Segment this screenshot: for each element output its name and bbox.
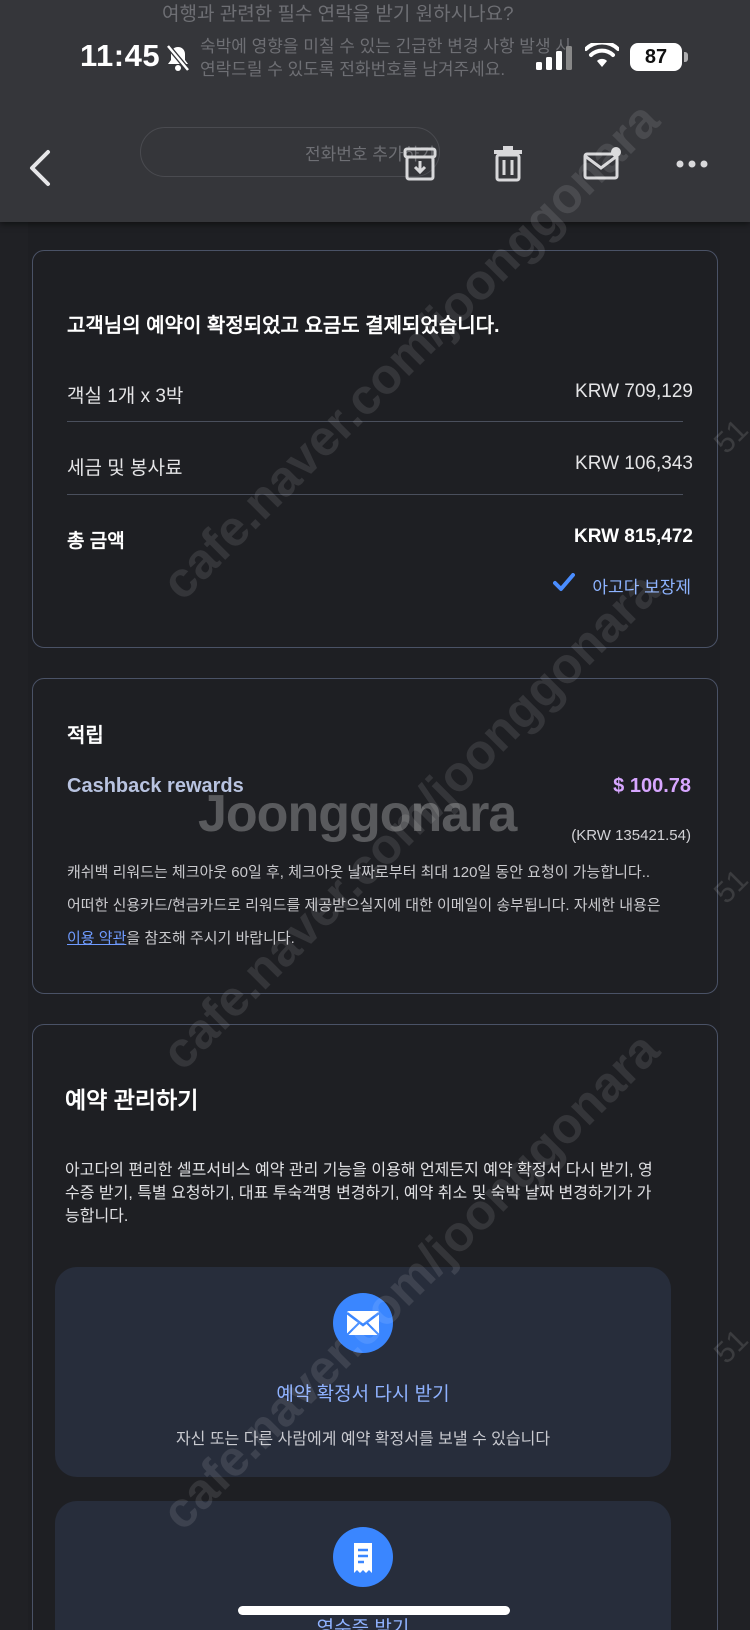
action-description: 자신 또는 다른 사람에게 예약 확정서를 보낼 수 있습니다: [175, 1431, 551, 1448]
rewards-note: 어떠한 신용카드/현금카드로 리워드를 제공받으실지에 대한 이메일이 송부됩니…: [67, 897, 661, 914]
divider: [67, 421, 683, 422]
rewards-card: 적립 Cashback rewards $ 100.78 (KRW 135421…: [32, 678, 718, 994]
cashback-label: Cashback rewards: [67, 775, 244, 797]
cashback-krw: (KRW 135421.54): [571, 827, 691, 844]
more-icon[interactable]: [676, 160, 708, 168]
row-label: 세금 및 봉사료: [67, 458, 183, 479]
manage-description: 아고다의 편리한 셀프서비스 예약 관리 기능을 이용해 언제든지 예약 확정서…: [65, 1162, 653, 1225]
row-value: KRW 106,343: [575, 453, 693, 474]
resend-confirmation-button[interactable]: 예약 확정서 다시 받기 자신 또는 다른 사람에게 예약 확정서를 보낼 수 …: [55, 1267, 671, 1477]
receipt-icon: [354, 1543, 372, 1573]
background-email-line: 숙박에 영향을 미칠 수 있는 긴급한 변경 사항 발생 시: [200, 37, 571, 56]
cashback-value: $ 100.78: [613, 775, 691, 797]
rewards-note: 캐쉬백 리워드는 체크아웃 60일 후, 체크아웃 날짜로부터 최대 120일 …: [67, 864, 651, 881]
row-label: 총 금액: [67, 531, 125, 552]
payment-summary-card: 고객님의 예약이 확정되었고 요금도 결제되었습니다. 객실 1개 x 3박 K…: [32, 250, 718, 648]
row-value: KRW 815,472: [574, 526, 693, 547]
bell-muted-icon: [166, 44, 190, 72]
checkmark-icon: [553, 573, 575, 591]
background-email-line: 여행과 관련한 필수 연락을 받기 원하시나요?: [162, 4, 514, 25]
manage-title: 예약 관리하기: [65, 1087, 199, 1113]
status-time: 11:45: [80, 38, 161, 73]
background-email-line: 연락드릴 수 있도록 전화번호를 남겨주세요.: [200, 60, 506, 79]
add-phone-button: 전화번호 추가하기: [140, 127, 440, 177]
battery-tip: [684, 52, 688, 62]
row-value: KRW 709,129: [575, 381, 693, 402]
confirmation-title: 고객님의 예약이 확정되었고 요금도 결제되었습니다.: [67, 315, 500, 337]
home-indicator[interactable]: [238, 1606, 510, 1615]
action-title: 예약 확정서 다시 받기: [276, 1384, 450, 1405]
top-bar: 여행과 관련한 필수 연락을 받기 원하시나요? 숙박에 영향을 미칠 수 있는…: [0, 0, 750, 222]
envelope-icon: [346, 1311, 380, 1336]
manage-booking-card: 예약 관리하기 아고다의 편리한 셀프서비스 예약 관리 기능을 이용해 언제든…: [32, 1024, 718, 1630]
battery-indicator: 87: [630, 43, 682, 71]
trash-icon[interactable]: [492, 146, 524, 182]
archive-icon[interactable]: [402, 146, 438, 182]
agoda-guarantee-link[interactable]: 아고다 보장제: [592, 573, 691, 598]
rewards-title: 적립: [67, 725, 104, 747]
receipt-icon-circle: [333, 1527, 393, 1587]
row-label: 객실 1개 x 3박: [67, 386, 184, 407]
action-title: 영수증 받기: [316, 1618, 410, 1630]
envelope-icon-circle: [333, 1293, 393, 1353]
wifi-icon: [585, 43, 619, 67]
terms-link[interactable]: 이용 약관: [67, 930, 126, 947]
signal-icon: [536, 46, 572, 70]
back-icon[interactable]: [28, 148, 52, 188]
divider: [67, 494, 683, 495]
mark-unread-icon[interactable]: [583, 146, 623, 182]
rewards-note-rest: 을 참조해 주시기 바랍니다.: [126, 930, 295, 947]
rewards-note: 이용 약관을 참조해 주시기 바랍니다.: [67, 927, 697, 948]
